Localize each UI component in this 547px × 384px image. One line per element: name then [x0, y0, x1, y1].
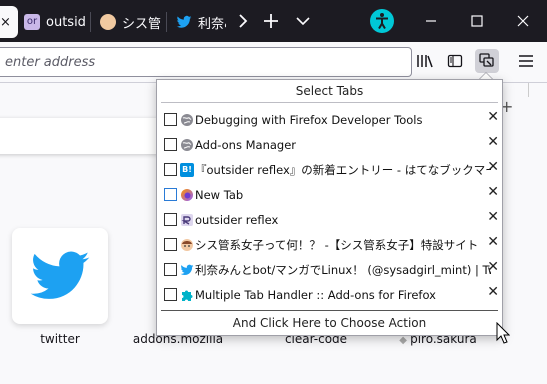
tab-bar: × or outside シス管 利奈み — [0, 0, 547, 42]
minimize-icon[interactable] — [416, 6, 446, 36]
tab-title: 『outsider reflex』の新着エントリー - はてなブックマーク — [195, 162, 491, 177]
sysadgirl-icon — [100, 14, 116, 30]
tab-list-item[interactable]: New Tab ✕ — [157, 182, 502, 207]
tab-separator — [166, 12, 167, 32]
tab-twitter[interactable]: 利奈み — [176, 6, 226, 38]
firefox-globe-icon — [180, 138, 194, 152]
tab-checkbox[interactable] — [164, 263, 177, 276]
address-input[interactable] — [0, 53, 411, 71]
tab-list-item[interactable]: Multiple Tab Handler :: Add-ons for Fire… — [157, 282, 502, 307]
hatena-bookmark-icon: B! — [180, 162, 194, 177]
twitter-icon — [180, 263, 194, 277]
tab-title: New Tab — [195, 187, 244, 202]
close-icon[interactable]: ✕ — [487, 184, 499, 200]
divider — [528, 83, 547, 97]
tab-title: シス管系女子って何！？ -【シス管系女子】特設サイト — [195, 237, 479, 252]
tab-title: Multiple Tab Handler :: Add-ons for Fire… — [195, 287, 436, 302]
twitter-icon — [176, 14, 192, 30]
tab-separator — [90, 12, 91, 32]
firefox-globe-icon — [180, 113, 194, 127]
tab-outsider[interactable]: or outside — [24, 6, 86, 38]
top-site-label: twitter — [40, 332, 80, 346]
search-box[interactable] — [0, 118, 172, 154]
puzzle-icon — [180, 288, 194, 302]
close-icon[interactable]: ✕ — [487, 209, 499, 225]
sysadgirl-icon — [180, 238, 194, 252]
tab-title: 利奈みんとbot/マンガでLinux！ (@sysadgirl_mint) | … — [195, 262, 491, 277]
close-icon[interactable]: ✕ — [487, 134, 499, 150]
outsider-reflex-icon — [180, 213, 194, 227]
tab-title: Add-ons Manager — [195, 137, 297, 152]
tab-checkbox[interactable] — [164, 288, 177, 301]
popup-header: Select Tabs — [161, 80, 498, 103]
tab-sysadgirl[interactable]: シス管 — [100, 6, 162, 38]
tab-checkbox[interactable] — [164, 188, 177, 201]
tab-close-icon[interactable]: × — [0, 15, 11, 30]
pin-icon: ◆ — [399, 335, 411, 346]
tab-checkbox[interactable] — [164, 138, 177, 151]
accessibility-icon[interactable] — [367, 6, 397, 36]
tab-list-item[interactable]: outsider reflex ✕ — [157, 207, 502, 232]
close-icon[interactable]: ✕ — [487, 109, 499, 125]
close-icon[interactable]: ✕ — [487, 159, 499, 175]
nav-bar — [0, 42, 547, 83]
tab-list-item[interactable]: B! 『outsider reflex』の新着エントリー - はてなブックマーク… — [157, 157, 502, 182]
maximize-icon[interactable] — [462, 6, 492, 36]
url-bar[interactable] — [0, 47, 412, 77]
tab-list-item[interactable]: 利奈みんとbot/マンガでLinux！ (@sysadgirl_mint) | … — [157, 257, 502, 282]
select-tabs-popup: Select Tabs Debugging with Firefox Devel… — [156, 79, 503, 336]
tab-list-item[interactable]: Add-ons Manager ✕ — [157, 132, 502, 157]
library-icon[interactable] — [414, 50, 436, 72]
outsider-reflex-icon: or — [24, 14, 40, 30]
tab-list-item[interactable]: シス管系女子って何！？ -【シス管系女子】特設サイト ✕ — [157, 232, 502, 257]
chevron-down-icon[interactable] — [288, 6, 318, 36]
tab-list-item[interactable]: Debugging with Firefox Developer Tools ✕ — [157, 107, 502, 132]
mouse-cursor-icon — [496, 321, 511, 348]
close-icon[interactable]: ✕ — [487, 259, 499, 275]
plus-icon[interactable] — [256, 6, 286, 36]
close-icon[interactable]: ✕ — [487, 284, 499, 300]
tab-active[interactable]: × — [0, 6, 18, 38]
tab-checkbox[interactable] — [164, 213, 177, 226]
close-icon[interactable] — [508, 6, 538, 36]
tab-checkbox[interactable] — [164, 163, 177, 176]
sidebar-icon[interactable] — [444, 50, 466, 72]
tab-checkbox[interactable] — [164, 113, 177, 126]
multiple-tab-handler-icon[interactable] — [475, 49, 499, 73]
top-site-twitter[interactable]: twitter — [10, 228, 110, 346]
choose-action-button[interactable]: And Click Here to Choose Action — [161, 310, 498, 335]
chevron-right-icon[interactable] — [228, 6, 258, 36]
tab-checkbox[interactable] — [164, 238, 177, 251]
menu-icon[interactable] — [515, 50, 537, 72]
tab-title: outsider reflex — [195, 212, 279, 227]
twitter-icon — [12, 228, 108, 324]
tab-title: Debugging with Firefox Developer Tools — [195, 112, 423, 127]
close-icon[interactable]: ✕ — [487, 234, 499, 250]
tab-list: Debugging with Firefox Developer Tools ✕… — [157, 107, 502, 307]
firefox-icon — [180, 188, 194, 202]
